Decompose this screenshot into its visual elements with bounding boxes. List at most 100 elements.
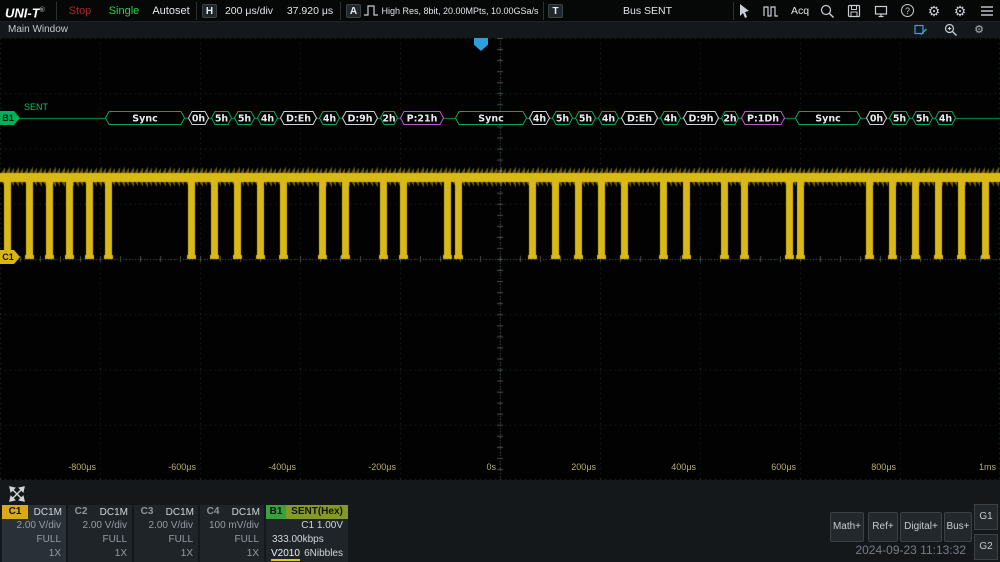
cursor-icon[interactable] [737, 3, 753, 19]
math-button[interactable]: Math+ [830, 512, 864, 542]
digital-button[interactable]: Digital+ [900, 512, 942, 542]
bus-decode-bubble: D:9h [342, 111, 378, 125]
svg-text:2h: 2h [723, 113, 737, 124]
time-axis-label: -800μs [54, 462, 96, 472]
channel-id-badge: C3 [134, 505, 160, 519]
oscilloscope-screen: UNI-T® Stop Single Autoset H 200 μs/div … [0, 0, 1000, 562]
bus-decode-bubble: 4h [529, 111, 550, 125]
svg-text:4h: 4h [602, 113, 616, 124]
scale-label: 2.00 V/div [68, 519, 132, 533]
bus-decode-bubble: 4h [257, 111, 278, 125]
single-button[interactable]: Single [102, 0, 146, 22]
bus-decode-bubble: 5h [889, 111, 910, 125]
time-axis: -800μs-600μs-400μs-200μs0s200μs400μs600μ… [0, 38, 1000, 480]
display-icon[interactable] [873, 3, 889, 19]
time-axis-label: -400μs [254, 462, 296, 472]
ref-button[interactable]: Ref+ [868, 512, 898, 542]
svg-text:5h: 5h [556, 113, 570, 124]
bus-box-b1[interactable]: B1 SENT(Hex) C1 1.00V 333.00kbps V2010 6… [266, 505, 348, 562]
svg-text:2h: 2h [382, 113, 396, 124]
search-icon[interactable] [819, 3, 835, 19]
bus-decode-bubble: 5h [211, 111, 232, 125]
divider [733, 2, 734, 20]
time-axis-label: 0s [454, 462, 496, 472]
run-stop-button[interactable]: Stop [58, 0, 102, 22]
save-icon[interactable] [846, 3, 862, 19]
probe-label: 1X [134, 547, 198, 561]
annotate-icon[interactable] [914, 23, 928, 37]
bus-decode-bubble: 4h [935, 111, 956, 125]
svg-text:5h: 5h [893, 113, 907, 124]
acquire-info[interactable]: High Res, 8bit, 20.00MPts, 10.00GSa/s [376, 0, 544, 22]
bus-button[interactable]: Bus+ [944, 512, 972, 542]
help-icon[interactable]: ? [901, 4, 914, 17]
bus-id-badge: B1 [266, 505, 286, 519]
svg-text:5h: 5h [916, 113, 930, 124]
pulse-train-icon[interactable] [763, 3, 779, 19]
probe-label: 1X [2, 547, 66, 561]
bus-decode-bubble: Sync [105, 111, 185, 125]
divider [543, 2, 544, 20]
time-axis-label: 1ms [954, 462, 996, 472]
channel-id-badge: C1 [2, 505, 28, 519]
g2-tab[interactable]: G2 [974, 534, 998, 560]
acquire-menu-chip[interactable]: A [346, 4, 361, 18]
svg-text:5h: 5h [238, 113, 252, 124]
bus-protocol: SENT(Hex) [286, 505, 348, 519]
channel-box-c3[interactable]: C3 DC1M 2.00 V/div FULL 1X [134, 505, 198, 562]
svg-text:D:Eh: D:Eh [286, 113, 311, 124]
time-axis-label: -200μs [354, 462, 396, 472]
horizontal-menu-chip[interactable]: H [202, 4, 217, 18]
bus-decode-bubble: 5h [575, 111, 596, 125]
channel-box-c2[interactable]: C2 DC1M 2.00 V/div FULL 1X [68, 505, 132, 562]
top-toolbar: UNI-T® Stop Single Autoset H 200 μs/div … [0, 0, 1000, 22]
bandwidth-label: FULL [68, 533, 132, 547]
bus-decode-bubble: P:1Dh [741, 111, 785, 125]
bus-bitrate-label: 333.00kbps [266, 533, 348, 547]
coupling-label: DC1M [166, 507, 198, 518]
time-axis-label: -600μs [154, 462, 196, 472]
channel-box-c1[interactable]: C1 DC1M 2.00 V/div FULL 1X [2, 505, 66, 562]
bus-source-label: C1 1.00V [266, 519, 348, 533]
bus-decode-bubble: 4h [660, 111, 681, 125]
scale-label: 2.00 V/div [2, 519, 66, 533]
svg-text:D:9h: D:9h [347, 113, 372, 124]
menu-icon[interactable] [979, 3, 995, 19]
svg-text:4h: 4h [533, 113, 547, 124]
autoset-button[interactable]: Autoset [146, 0, 196, 22]
gear-icon[interactable]: ⚙ [926, 3, 942, 19]
zoom-in-icon[interactable] [944, 23, 958, 37]
bus-config-row: V2010 6Nibbles [266, 547, 348, 561]
time-axis-label: 400μs [654, 462, 696, 472]
divider [56, 2, 57, 20]
channel-header: C4 DC1M [200, 505, 264, 519]
bandwidth-label: FULL [200, 533, 264, 547]
scale-label: 100 mV/div [200, 519, 264, 533]
g1-tab[interactable]: G1 [974, 504, 998, 530]
system-gear-icon[interactable]: ⚙ [952, 3, 968, 19]
svg-text:P:1Dh: P:1Dh [747, 113, 779, 124]
bus-header: B1 SENT(Hex) [266, 505, 348, 519]
waveform-display: -800μs-600μs-400μs-200μs0s200μs400μs600μ… [0, 38, 1000, 480]
settings-gear-icon[interactable]: ⚙ [972, 23, 986, 37]
acq-button[interactable]: Acq [786, 0, 814, 22]
svg-text:4h: 4h [939, 113, 953, 124]
channel-header: C3 DC1M [134, 505, 198, 519]
divider [196, 2, 197, 20]
bus-decode-bubble: 2h [721, 111, 739, 125]
trigger-source[interactable]: Bus SENT [560, 0, 735, 22]
timebase-value[interactable]: 200 μs/div [219, 0, 279, 22]
bus-decode-bubble: 5h [912, 111, 933, 125]
move-handle-icon[interactable] [8, 485, 26, 503]
datetime-label: 2024-09-23 11:13:32 [855, 543, 966, 557]
coupling-label: DC1M [34, 507, 66, 518]
channel-box-c4[interactable]: C4 DC1M 100 mV/div FULL 1X [200, 505, 264, 562]
window-menubar: Main Window ⚙ [0, 22, 1000, 38]
bus-decode-bubble: D:Eh [280, 111, 317, 125]
probe-label: 1X [68, 547, 132, 561]
probe-label: 1X [200, 547, 264, 561]
svg-text:4h: 4h [323, 113, 337, 124]
horizontal-offset-value[interactable]: 37.920 μs [281, 0, 339, 22]
channel-id-badge: C2 [68, 505, 94, 519]
coupling-label: DC1M [232, 507, 264, 518]
